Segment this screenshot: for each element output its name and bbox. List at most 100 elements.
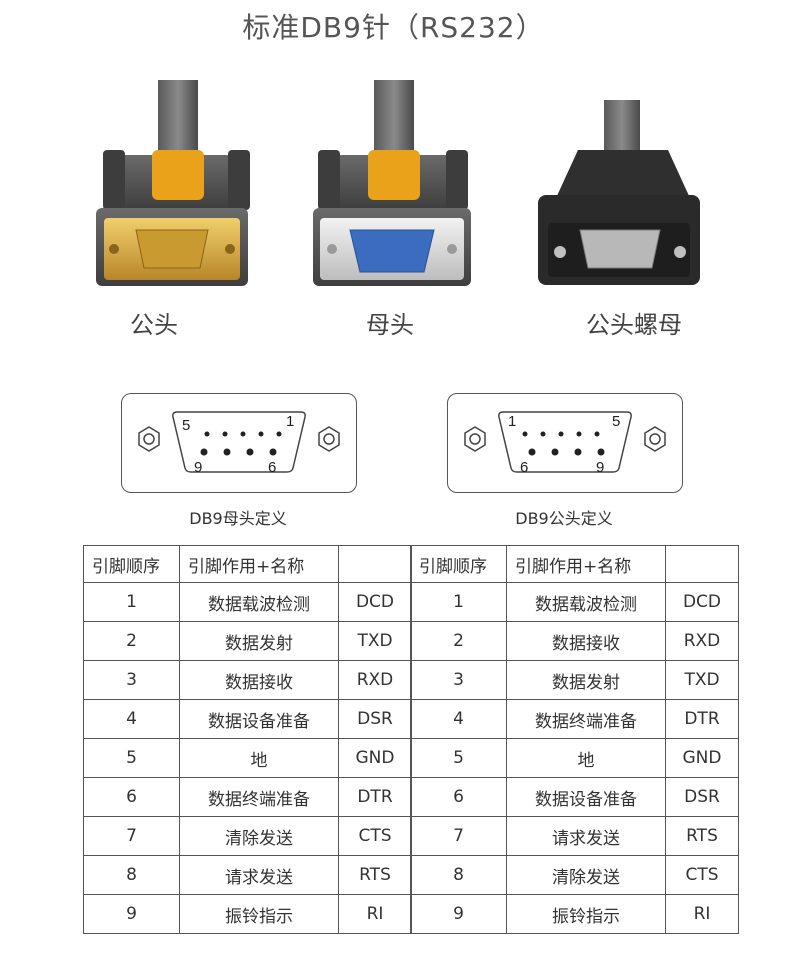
male-screw-connector-image bbox=[538, 100, 700, 285]
pin-number: 4 bbox=[410, 699, 507, 739]
pin-number: 2 bbox=[83, 621, 180, 661]
signal-name: GND bbox=[665, 738, 739, 778]
signal-name: GND bbox=[338, 738, 412, 778]
signal-name: RTS bbox=[665, 816, 739, 856]
female-pin-table: 引脚顺序 引脚作用+名称 1 数据载波检测 DCD 2 数据发射 TXD 3 数据接收 RXD 4 数据… bbox=[83, 545, 412, 934]
signal-name: RI bbox=[665, 894, 739, 934]
table-row: 2 数据接收 RXD bbox=[410, 621, 739, 661]
table-header-row: 引脚顺序 引脚作用+名称 bbox=[83, 545, 412, 583]
pin-number: 5 bbox=[83, 738, 180, 778]
pin-number: 9 bbox=[410, 894, 507, 934]
female-connector-label: 母头 bbox=[366, 311, 414, 339]
signal-name: RXD bbox=[338, 660, 412, 700]
pin-number: 3 bbox=[410, 660, 507, 700]
male-pinout-caption: DB9公头定义 bbox=[515, 509, 613, 528]
pin-function: 振铃指示 bbox=[179, 894, 339, 934]
table-row: 2 数据发射 TXD bbox=[83, 621, 412, 661]
pin-number: 3 bbox=[83, 660, 180, 700]
table-row: 5 地 GND bbox=[410, 738, 739, 778]
signal-name: DCD bbox=[338, 582, 412, 622]
column-header: 引脚顺序 bbox=[83, 545, 180, 583]
signal-name: DSR bbox=[665, 777, 739, 817]
pin-number: 8 bbox=[83, 855, 180, 895]
table-row: 5 地 GND bbox=[83, 738, 412, 778]
table-row: 8 清除发送 CTS bbox=[410, 855, 739, 895]
table-row: 4 数据设备准备 DSR bbox=[83, 699, 412, 739]
male-connector-image bbox=[96, 80, 250, 286]
signal-name: RXD bbox=[665, 621, 739, 661]
pin-number: 5 bbox=[410, 738, 507, 778]
pin-number: 1 bbox=[83, 582, 180, 622]
column-header: 引脚作用+名称 bbox=[179, 545, 339, 583]
table-row: 9 振铃指示 RI bbox=[410, 894, 739, 934]
pin-function: 数据发射 bbox=[179, 621, 339, 661]
male-pin-table: 引脚顺序 引脚作用+名称 1 数据载波检测 DCD 2 数据接收 RXD 3 数据发射 TXD 4 数据… bbox=[410, 545, 739, 934]
female-connector-image bbox=[313, 80, 471, 286]
table-row: 8 请求发送 RTS bbox=[83, 855, 412, 895]
table-row: 3 数据接收 RXD bbox=[83, 660, 412, 700]
pin-number: 4 bbox=[83, 699, 180, 739]
table-header-row: 引脚顺序 引脚作用+名称 bbox=[410, 545, 739, 583]
pin-number: 9 bbox=[83, 894, 180, 934]
signal-name: DTR bbox=[665, 699, 739, 739]
pin-number: 6 bbox=[83, 777, 180, 817]
pin-function: 振铃指示 bbox=[506, 894, 666, 934]
table-row: 6 数据设备准备 DSR bbox=[410, 777, 739, 817]
connector-illustrations bbox=[96, 80, 700, 286]
column-header: 引脚顺序 bbox=[410, 545, 507, 583]
column-header bbox=[338, 545, 412, 583]
pin-function: 数据载波检测 bbox=[179, 582, 339, 622]
table-row: 1 数据载波检测 DCD bbox=[83, 582, 412, 622]
table-row: 7 请求发送 RTS bbox=[410, 816, 739, 856]
pin-label: 5 bbox=[182, 417, 190, 434]
signal-name: CTS bbox=[665, 855, 739, 895]
pin-number: 7 bbox=[410, 816, 507, 856]
pin-function: 数据接收 bbox=[506, 621, 666, 661]
pin-number: 7 bbox=[83, 816, 180, 856]
male-screw-connector-label: 公头螺母 bbox=[586, 311, 682, 339]
pin-label: 1 bbox=[286, 413, 294, 430]
pin-function: 数据终端准备 bbox=[179, 777, 339, 817]
table-row: 6 数据终端准备 DTR bbox=[83, 777, 412, 817]
pin-function: 数据发射 bbox=[506, 660, 666, 700]
signal-name: DCD bbox=[665, 582, 739, 622]
signal-name: RI bbox=[338, 894, 412, 934]
table-row: 9 振铃指示 RI bbox=[83, 894, 412, 934]
signal-name: DTR bbox=[338, 777, 412, 817]
column-header: 引脚作用+名称 bbox=[506, 545, 666, 583]
table-row: 3 数据发射 TXD bbox=[410, 660, 739, 700]
pin-function: 数据接收 bbox=[179, 660, 339, 700]
pin-label: 5 bbox=[612, 413, 620, 430]
female-pinout-diagram: 5 1 9 6 bbox=[121, 393, 357, 493]
pin-function: 请求发送 bbox=[506, 816, 666, 856]
signal-name: TXD bbox=[338, 621, 412, 661]
pin-function: 数据设备准备 bbox=[506, 777, 666, 817]
table-row: 7 清除发送 CTS bbox=[83, 816, 412, 856]
pin-number: 1 bbox=[410, 582, 507, 622]
pin-function: 数据载波检测 bbox=[506, 582, 666, 622]
signal-name: RTS bbox=[338, 855, 412, 895]
pin-label: 6 bbox=[268, 459, 276, 476]
pin-function: 数据设备准备 bbox=[179, 699, 339, 739]
female-pinout-drawing: 5 1 9 6 bbox=[138, 411, 340, 476]
pin-number: 2 bbox=[410, 621, 507, 661]
pin-function: 数据终端准备 bbox=[506, 699, 666, 739]
male-pinout-diagram: 1 5 6 9 bbox=[447, 393, 683, 493]
pin-function: 地 bbox=[179, 738, 339, 778]
male-connector-label: 公头 bbox=[130, 311, 178, 339]
pin-function: 清除发送 bbox=[506, 855, 666, 895]
pin-function: 地 bbox=[506, 738, 666, 778]
signal-name: TXD bbox=[665, 660, 739, 700]
pin-number: 6 bbox=[410, 777, 507, 817]
page-title: 标准DB9针（RS232） bbox=[242, 11, 545, 44]
female-pinout-caption: DB9母头定义 bbox=[189, 509, 287, 528]
male-pinout-drawing: 1 5 6 9 bbox=[464, 411, 666, 476]
table-row: 4 数据终端准备 DTR bbox=[410, 699, 739, 739]
pin-function: 清除发送 bbox=[179, 816, 339, 856]
table-row: 1 数据载波检测 DCD bbox=[410, 582, 739, 622]
pin-label: 9 bbox=[596, 459, 604, 476]
column-header bbox=[665, 545, 739, 583]
pin-function: 请求发送 bbox=[179, 855, 339, 895]
pin-label: 6 bbox=[520, 459, 528, 476]
pin-number: 8 bbox=[410, 855, 507, 895]
